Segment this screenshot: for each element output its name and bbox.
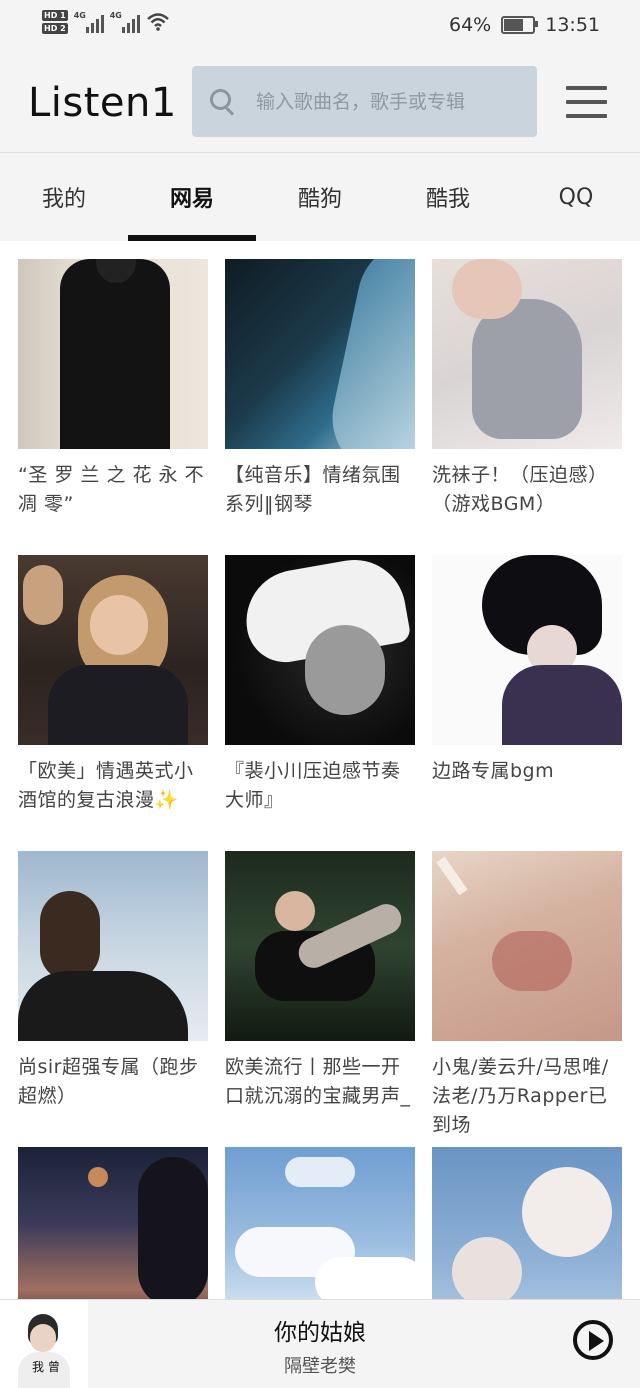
playlist-cover — [225, 555, 415, 745]
status-left: HD 1 HD 2 4G 4G — [42, 10, 170, 34]
playlist-cover — [432, 555, 622, 745]
wifi-icon — [146, 13, 169, 31]
playlist-cover — [225, 1147, 415, 1299]
playlist-title: 小鬼/姜云升/马思唯/法老/乃万Rapper已到场 — [432, 1056, 609, 1136]
playlist-title: 「欧美」情遇英式小酒馆的复古浪漫✨ — [18, 760, 194, 811]
playlist-card[interactable] — [225, 1147, 415, 1299]
playlist-card[interactable]: 小鬼/姜云升/马思唯/法老/乃万Rapper已到场 — [432, 851, 622, 1140]
playlist-card[interactable]: 『裴小川压迫感节奏大师』 — [225, 555, 415, 815]
playlist-card[interactable]: “圣 罗 兰 之 花 永 不 凋 零” — [18, 259, 208, 519]
sim-label-2: HD 2 — [42, 23, 68, 34]
signal-icon: 4G — [74, 11, 104, 33]
battery-percent: 64% — [449, 14, 492, 36]
playlist-title: 『裴小川压迫感节奏大师』 — [225, 760, 401, 811]
status-bar: HD 1 HD 2 4G 4G 64% 13:51 — [0, 0, 640, 54]
playlist-card[interactable]: 欧美流行丨那些一开口就沉溺的宝藏男声_ — [225, 851, 415, 1111]
network-type-2: 4G — [109, 11, 122, 20]
playlist-card[interactable] — [432, 1147, 622, 1299]
playlist-card[interactable]: 尚sir超强专属（跑步超燃） — [18, 851, 208, 1111]
song-artist: 隔壁老樊 — [284, 1356, 356, 1377]
battery-icon — [501, 16, 539, 34]
network-type-1: 4G — [73, 11, 86, 20]
clock: 13:51 — [545, 14, 600, 36]
app-bar: Listen1 — [0, 54, 640, 153]
search-box[interactable] — [192, 66, 537, 137]
play-circle-icon[interactable] — [573, 1320, 613, 1360]
playlist-cover — [18, 259, 208, 449]
sim-indicator: HD 1 HD 2 — [42, 10, 68, 34]
playlist-card[interactable]: 边路专属bgm — [432, 555, 622, 786]
playlist-card[interactable]: 洗袜子！（压迫感）（游戏BGM） — [432, 259, 622, 519]
playlist-cover — [18, 555, 208, 745]
playlist-title: 尚sir超强专属（跑步超燃） — [18, 1056, 199, 1107]
search-icon — [210, 88, 236, 115]
playlist-cover — [18, 1147, 208, 1299]
playlist-title: 欧美流行丨那些一开口就沉溺的宝藏男声_ — [225, 1056, 411, 1107]
playlist-cover — [225, 259, 415, 449]
playlist-cover — [432, 259, 622, 449]
hamburger-menu-icon[interactable] — [566, 86, 607, 118]
status-right: 64% 13:51 — [449, 14, 600, 36]
tab-kuwo[interactable]: 酷我 — [384, 153, 512, 241]
playlist-title: 边路专属bgm — [432, 760, 555, 782]
tab-netease[interactable]: 网易 — [128, 153, 256, 241]
playlist-title: 洗袜子！（压迫感）（游戏BGM） — [432, 464, 608, 515]
playlist-grid: “圣 罗 兰 之 花 永 不 凋 零” 【纯音乐】情绪氛围系列‖钢琴 洗袜子！（… — [0, 241, 640, 1299]
song-title: 你的姑娘 — [274, 1320, 366, 1346]
playlist-title: 【纯音乐】情绪氛围系列‖钢琴 — [225, 464, 401, 515]
playlist-cover — [18, 851, 208, 1041]
search-input[interactable] — [254, 89, 498, 114]
playlist-cover — [225, 851, 415, 1041]
album-art[interactable]: 我 曾 — [0, 1300, 88, 1388]
playlist-title: “圣 罗 兰 之 花 永 不 凋 零” — [18, 464, 205, 515]
tab-mine[interactable]: 我的 — [0, 153, 128, 241]
playlist-card[interactable]: 「欧美」情遇英式小酒馆的复古浪漫✨ — [18, 555, 208, 815]
playlist-cover — [432, 851, 622, 1041]
now-playing-bar[interactable]: 我 曾 你的姑娘 隔壁老樊 — [0, 1299, 640, 1388]
sim-label-1: HD 1 — [42, 10, 68, 21]
tab-kugou[interactable]: 酷狗 — [256, 153, 384, 241]
playlist-card[interactable]: 【纯音乐】情绪氛围系列‖钢琴 — [225, 259, 415, 519]
album-art-text: 我 曾 — [32, 1360, 60, 1374]
tab-qq[interactable]: QQ — [512, 153, 640, 241]
app-title: Listen1 — [28, 80, 177, 126]
source-tabs: 我的 网易 酷狗 酷我 QQ — [0, 153, 640, 241]
playlist-card[interactable] — [18, 1147, 208, 1299]
signal-icon-2: 4G — [110, 11, 140, 33]
playlist-cover — [432, 1147, 622, 1299]
